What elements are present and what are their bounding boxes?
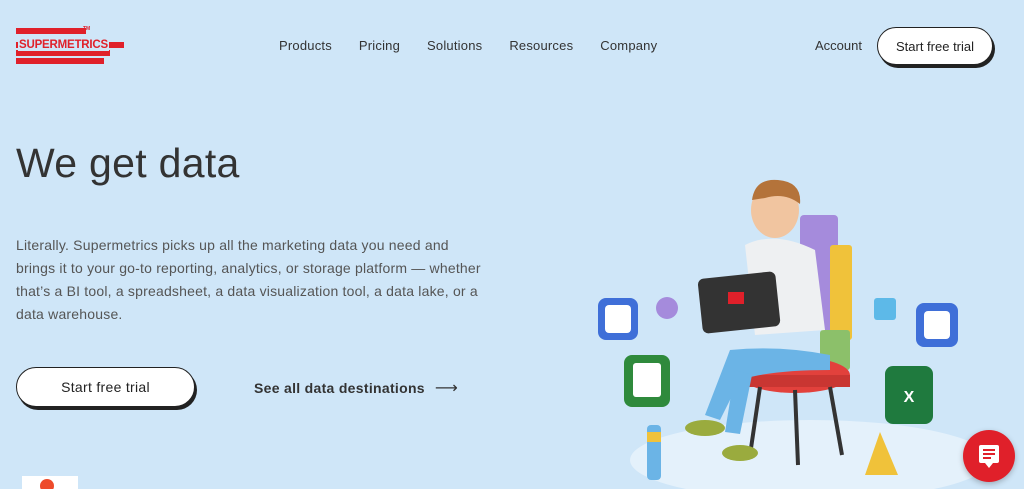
header-start-trial-button[interactable]: Start free trial [877,27,993,65]
logo-bar [16,28,86,34]
arrow-right-icon: ⟶ [434,380,459,397]
see-destinations-link[interactable]: See all data destinations ⟶ [254,378,458,398]
g2-badge[interactable] [22,476,78,489]
person-shoe [722,445,758,461]
person-shoe [685,420,725,436]
hero-start-trial-button[interactable]: Start free trial [16,367,195,407]
see-destinations-label: See all data destinations [254,380,425,396]
logo-wordmark: SUPERMETRICS [18,39,109,51]
cylinder-band [647,432,661,442]
nav-item-pricing[interactable]: Pricing [359,38,400,53]
supermetrics-logo[interactable]: SUPERMETRICS TM [16,26,126,66]
site-header: SUPERMETRICS TM Products Pricing Solutio… [0,0,1024,92]
chat-button[interactable] [963,430,1015,482]
nav-item-resources[interactable]: Resources [509,38,573,53]
hero-illustration: X [598,179,980,489]
g2-badge-icon [40,479,54,489]
sphere-purple [656,297,678,319]
logo-trademark: TM [83,26,91,32]
google-data-studio-icon-face [605,305,631,333]
chat-icon [979,445,999,468]
floor-glow [630,420,980,489]
account-link[interactable]: Account [815,38,862,53]
excel-icon-glyph: X [904,389,915,406]
chair-block-yellow [830,245,852,340]
google-sheets-icon-face [633,363,661,397]
nav-item-solutions[interactable]: Solutions [427,38,482,53]
logo-bar [16,58,104,64]
chair-seat-side [740,375,850,387]
nav-item-company[interactable]: Company [600,38,657,53]
looker-studio-icon-face [924,311,950,339]
main-nav: Products Pricing Solutions Resources Com… [279,38,657,53]
cube-blue [874,298,896,320]
nav-item-products[interactable]: Products [279,38,332,53]
hero-title: We get data [16,140,240,186]
hero-description: Literally. Supermetrics picks up all the… [16,237,481,322]
laptop-logo [728,292,744,304]
